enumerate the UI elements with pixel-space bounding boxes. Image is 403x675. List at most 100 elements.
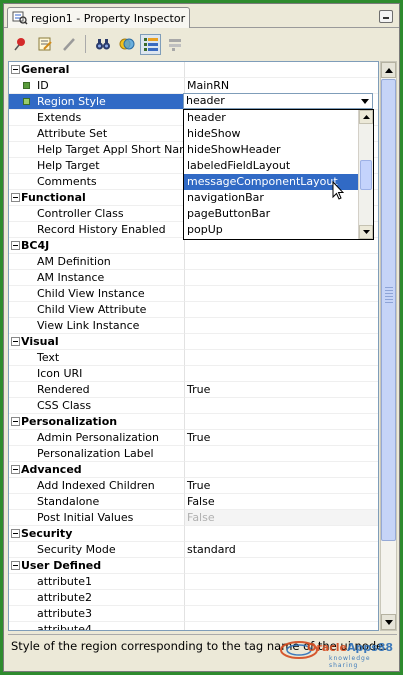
collapse-icon[interactable] [11, 65, 20, 74]
property-value[interactable]: True [185, 382, 378, 398]
property-row-attribute3[interactable]: attribute3 [9, 606, 378, 622]
property-value[interactable] [185, 446, 378, 462]
minimize-button[interactable] [379, 10, 393, 23]
property-row-view-link-instance[interactable]: View Link Instance [9, 318, 378, 334]
categorized-view-icon [143, 38, 158, 51]
property-value[interactable] [185, 590, 378, 606]
dropdown-arrow-icon[interactable] [357, 94, 372, 108]
collapse-icon[interactable] [11, 337, 20, 346]
collapse-icon[interactable] [11, 241, 20, 250]
property-value[interactable] [185, 398, 378, 414]
section-advanced[interactable]: Advanced [9, 462, 378, 478]
property-row-am-definition[interactable]: AM Definition [9, 254, 378, 270]
dropdown-option[interactable]: header [184, 110, 359, 126]
property-name: Extends [9, 110, 185, 126]
property-row-child-view-attribute[interactable]: Child View Attribute [9, 302, 378, 318]
property-value[interactable] [185, 254, 378, 270]
property-row-attribute2[interactable]: attribute2 [9, 590, 378, 606]
property-row-add-indexed-children[interactable]: Add Indexed Children True [9, 478, 378, 494]
toggle-view-icon [119, 38, 134, 50]
collapse-icon[interactable] [11, 193, 20, 202]
property-row-standalone[interactable]: Standalone False [9, 494, 378, 510]
property-value[interactable] [185, 350, 378, 366]
property-row-am-instance[interactable]: AM Instance [9, 270, 378, 286]
property-name: Region Style [37, 94, 106, 108]
property-value[interactable] [185, 302, 378, 318]
scroll-down-arrow-icon[interactable] [381, 614, 396, 630]
property-name: attribute2 [9, 590, 185, 606]
dropdown-option[interactable]: hideShow [184, 126, 359, 142]
property-value[interactable]: standard [185, 542, 378, 558]
property-value[interactable] [185, 270, 378, 286]
collapse-icon[interactable] [11, 561, 20, 570]
dropdown-scroll-thumb[interactable] [360, 160, 372, 190]
property-name: Attribute Set [9, 126, 185, 142]
edit-properties-button[interactable] [34, 34, 55, 55]
property-row-attribute4[interactable]: attribute4 [9, 622, 378, 630]
edit-properties-icon [38, 37, 52, 51]
collapse-icon[interactable] [11, 465, 20, 474]
categorized-view-button[interactable] [140, 33, 161, 55]
watermark-brand-b: Apps88 [346, 641, 394, 654]
dropdown-option[interactable]: pageButtonBar [184, 206, 359, 222]
section-bc4j[interactable]: BC4J [9, 238, 378, 254]
property-row-id[interactable]: ID MainRN [9, 78, 378, 94]
property-row-admin-personalization[interactable]: Admin Personalization True [9, 430, 378, 446]
dropdown-option[interactable]: labeledFieldLayout [184, 158, 359, 174]
property-row-child-view-instance[interactable]: Child View Instance [9, 286, 378, 302]
scroll-thumb[interactable] [381, 79, 396, 541]
flat-view-button[interactable] [164, 34, 185, 55]
property-value[interactable] [185, 366, 378, 382]
property-row-text[interactable]: Text [9, 350, 378, 366]
dropdown-option[interactable]: hideShowHeader [184, 142, 359, 158]
property-row-css-class[interactable]: CSS Class [9, 398, 378, 414]
section-general[interactable]: General [9, 62, 378, 78]
property-name: attribute4 [9, 622, 185, 630]
property-value[interactable]: True [185, 478, 378, 494]
property-value[interactable] [185, 606, 378, 622]
tab-property-inspector[interactable]: region1 - Property Inspector [7, 7, 190, 28]
property-name: Child View Instance [9, 286, 185, 302]
section-security[interactable]: Security [9, 526, 378, 542]
property-value[interactable] [185, 286, 378, 302]
section-label: BC4J [21, 238, 50, 252]
region-style-combobox[interactable]: header [183, 93, 373, 109]
property-name: View Link Instance [9, 318, 185, 334]
property-name: attribute1 [9, 574, 185, 590]
property-name: Text [9, 350, 185, 366]
property-value[interactable] [185, 318, 378, 334]
property-row-security-mode[interactable]: Security Mode standard [9, 542, 378, 558]
collapse-icon[interactable] [11, 417, 20, 426]
property-value[interactable]: MainRN [185, 78, 378, 94]
tab-bar: region1 - Property Inspector [4, 4, 399, 28]
property-row-rendered[interactable]: Rendered True [9, 382, 378, 398]
scroll-down-arrow-icon[interactable] [359, 225, 373, 239]
property-grid-scrollbar[interactable] [380, 61, 397, 631]
dropdown-scrollbar[interactable] [358, 110, 373, 239]
property-row-icon-uri[interactable]: Icon URI [9, 366, 378, 382]
property-value[interactable]: True [185, 430, 378, 446]
property-value[interactable] [185, 622, 378, 630]
pin-icon [13, 38, 25, 51]
property-inspector-icon [12, 11, 28, 25]
toggle-view-button[interactable] [116, 34, 137, 55]
property-value[interactable] [185, 574, 378, 590]
tab-title: region1 - Property Inspector [31, 11, 186, 25]
section-personalization[interactable]: Personalization [9, 414, 378, 430]
scroll-up-arrow-icon[interactable] [381, 62, 396, 78]
scroll-up-arrow-icon[interactable] [359, 110, 373, 124]
section-visual[interactable]: Visual [9, 334, 378, 350]
property-value[interactable]: False [185, 494, 378, 510]
property-row-personalization-label[interactable]: Personalization Label [9, 446, 378, 462]
property-name: AM Instance [9, 270, 185, 286]
property-row-attribute1[interactable]: attribute1 [9, 574, 378, 590]
section-user-defined[interactable]: User Defined [9, 558, 378, 574]
property-row-post-initial-values[interactable]: Post Initial Values False [9, 510, 378, 526]
property-name: Controller Class [9, 206, 185, 222]
pin-button[interactable] [10, 34, 31, 55]
dropdown-option[interactable]: popUp [184, 222, 359, 238]
property-name: Admin Personalization [9, 430, 185, 446]
collapse-icon[interactable] [11, 529, 20, 538]
find-button[interactable] [92, 34, 113, 55]
pencil-button[interactable] [58, 34, 79, 55]
